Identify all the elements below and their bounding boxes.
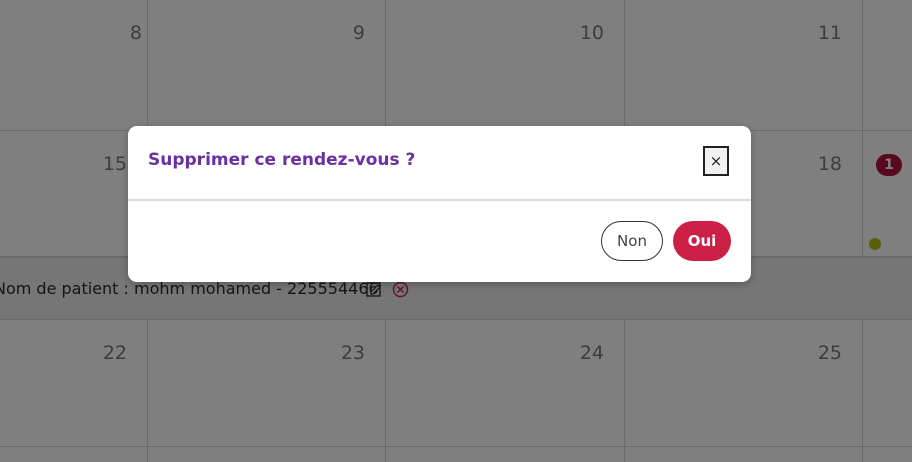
dialog-title: Supprimer ce rendez-vous ? [148,150,416,170]
cancel-button[interactable]: Non [601,221,663,261]
close-button[interactable]: × [703,146,729,176]
dialog-divider [128,199,751,201]
confirm-delete-dialog: Supprimer ce rendez-vous ? × Non Oui [128,126,751,282]
confirm-button[interactable]: Oui [673,221,731,261]
close-icon: × [709,152,723,170]
